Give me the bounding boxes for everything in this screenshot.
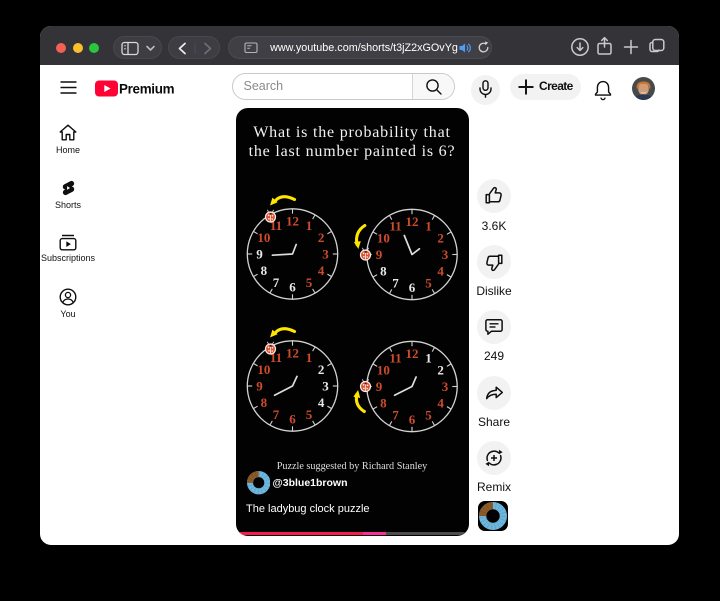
svg-text:6: 6: [289, 412, 296, 427]
svg-text:9: 9: [256, 379, 263, 394]
svg-text:7: 7: [392, 276, 399, 291]
svg-text:9: 9: [375, 379, 382, 394]
svg-text:11: 11: [389, 218, 401, 233]
svg-text:10: 10: [376, 231, 389, 246]
svg-text:7: 7: [272, 407, 279, 422]
svg-text:6: 6: [408, 412, 415, 427]
svg-text:8: 8: [260, 263, 267, 278]
svg-text:4: 4: [437, 396, 444, 411]
svg-text:5: 5: [425, 276, 432, 291]
svg-text:8: 8: [380, 396, 387, 411]
svg-text:12: 12: [405, 214, 418, 229]
svg-text:10: 10: [257, 362, 270, 377]
svg-text:3: 3: [441, 379, 448, 394]
svg-text:12: 12: [286, 346, 299, 361]
svg-text:4: 4: [317, 263, 324, 278]
svg-text:9: 9: [256, 247, 263, 262]
svg-text:6: 6: [408, 280, 415, 295]
svg-text:1: 1: [305, 350, 312, 365]
svg-text:7: 7: [392, 408, 399, 423]
svg-text:1: 1: [425, 218, 432, 233]
svg-text:8: 8: [260, 395, 267, 410]
svg-text:3: 3: [322, 247, 329, 262]
svg-text:3: 3: [322, 379, 329, 394]
svg-text:5: 5: [305, 275, 312, 290]
svg-text:5: 5: [425, 408, 432, 423]
svg-text:12: 12: [405, 346, 418, 361]
svg-text:10: 10: [376, 363, 389, 378]
svg-text:5: 5: [305, 407, 312, 422]
svg-text:8: 8: [380, 264, 387, 279]
svg-text:10: 10: [257, 230, 270, 245]
svg-text:Premium: Premium: [119, 81, 175, 96]
svg-text:6: 6: [289, 280, 296, 295]
svg-text:2: 2: [437, 363, 444, 378]
svg-text:3: 3: [441, 247, 448, 262]
svg-text:4: 4: [317, 395, 324, 410]
svg-text:12: 12: [286, 214, 299, 229]
svg-text:1: 1: [425, 350, 432, 365]
svg-text:7: 7: [272, 275, 279, 290]
svg-text:11: 11: [389, 350, 401, 365]
svg-text:9: 9: [375, 247, 382, 262]
svg-text:1: 1: [305, 218, 312, 233]
svg-text:2: 2: [437, 231, 444, 246]
svg-text:2: 2: [317, 362, 324, 377]
svg-text:4: 4: [437, 264, 444, 279]
svg-text:2: 2: [317, 230, 324, 245]
